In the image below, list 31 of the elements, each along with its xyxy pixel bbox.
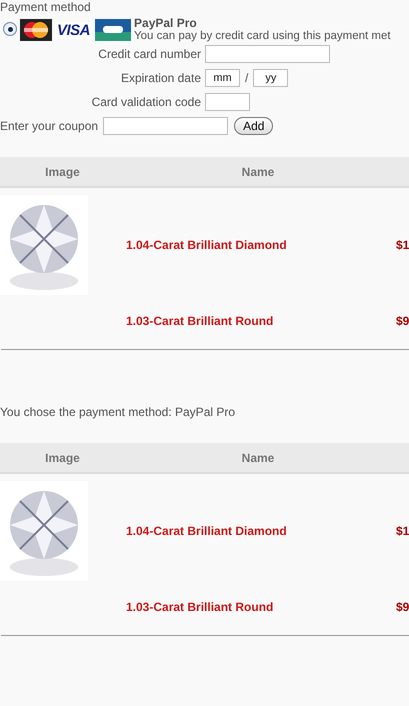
product-price: $9 (396, 314, 409, 328)
field-label: Card validation code (90, 95, 201, 109)
product-price: $1 (396, 524, 409, 538)
column-header: Image (44, 450, 81, 464)
column-header: Name (240, 450, 276, 464)
coupon-label: Enter your coupon (0, 119, 98, 133)
add-button[interactable]: Add (234, 117, 274, 135)
field-label: Credit card number (97, 47, 201, 61)
payment-option-description: You can pay by credit card using this payment met (134, 30, 391, 42)
date-separator: / (245, 71, 248, 85)
mastercard-logo-icon (20, 19, 52, 41)
product-price: $1 (396, 238, 409, 252)
cb-card-logo-icon (95, 19, 132, 41)
product-name: 1.03-Carat Brilliant Round (126, 600, 274, 614)
confirmation-text: You chose the payment method: PayPal Pro (0, 405, 236, 419)
payment-radio[interactable] (3, 22, 17, 36)
visa-logo: VISA (55, 22, 92, 38)
field-label: Expiration date (120, 71, 201, 85)
column-header: Image (44, 164, 81, 178)
product-name: 1.04-Carat Brilliant Diamond (126, 238, 288, 252)
section-heading: Payment method (0, 0, 92, 14)
cvc-field[interactable] (205, 93, 250, 111)
card-number-field[interactable] (205, 45, 330, 63)
payment-option-name: PayPal Pro (134, 16, 198, 30)
column-header: Name (240, 164, 276, 178)
product-name: 1.04-Carat Brilliant Diamond (126, 524, 288, 538)
product-name: 1.03-Carat Brilliant Round (126, 314, 274, 328)
month-field[interactable]: mm (205, 69, 240, 87)
year-field[interactable]: yy (253, 69, 288, 87)
coupon-field[interactable] (103, 117, 228, 135)
product-price: $9 (396, 600, 409, 614)
